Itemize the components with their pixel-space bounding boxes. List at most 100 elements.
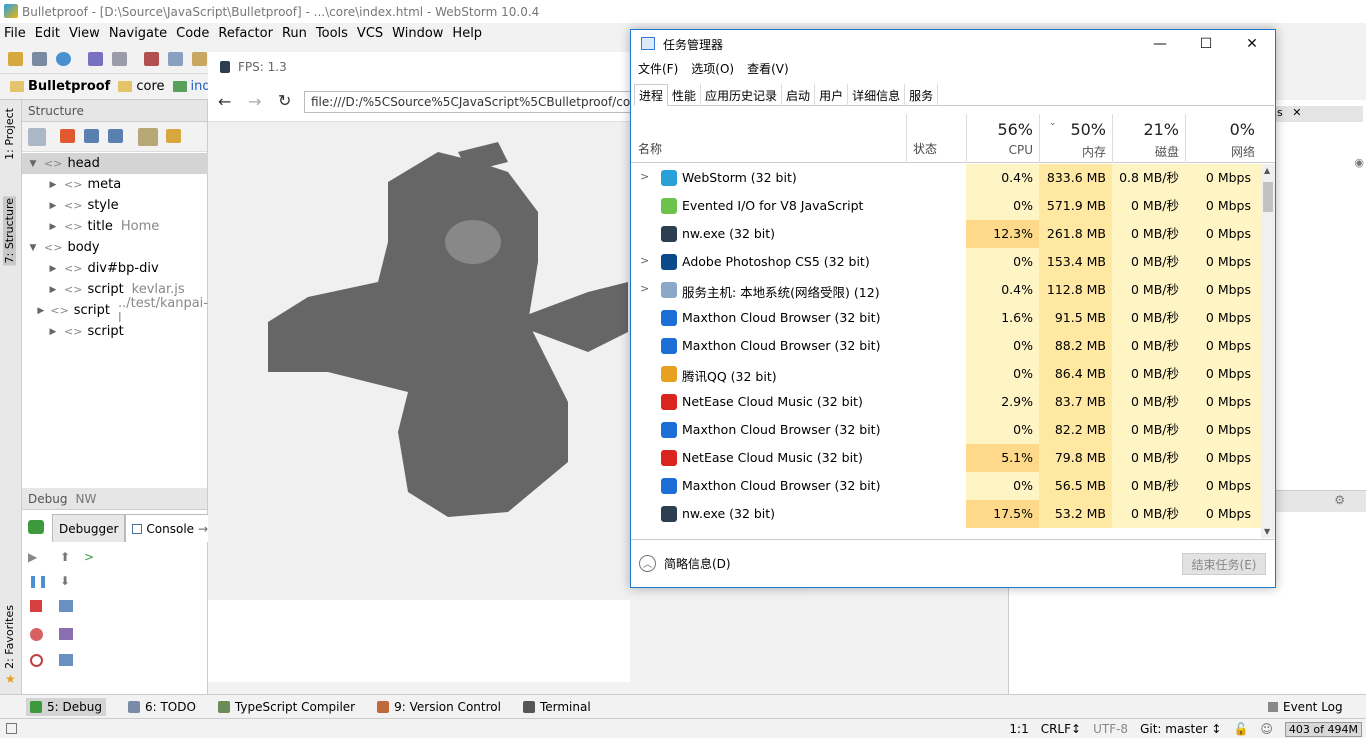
close-icon[interactable]: ✕	[1292, 106, 1301, 119]
mute-breakpoints-icon[interactable]	[30, 654, 43, 667]
tm-tab[interactable]: 服务	[905, 84, 939, 106]
caret-position[interactable]: 1:1	[1009, 722, 1028, 736]
undo-icon[interactable]	[88, 52, 103, 66]
expand-arrow-right-icon[interactable]: ▶	[48, 264, 58, 274]
column-resource[interactable]: 21% 磁盘	[1112, 114, 1185, 163]
forward-icon[interactable]: →	[248, 92, 261, 111]
tree-node[interactable]: ▼ <> head	[22, 153, 208, 174]
breadcrumb-core[interactable]: core	[118, 79, 165, 94]
back-icon[interactable]: ←	[218, 92, 231, 111]
process-row[interactable]: NetEase Cloud Music (32 bit) 2.9% 83.7 MB 0…	[631, 388, 1261, 416]
tm-menu-item[interactable]: 查看(V)	[747, 60, 789, 77]
tree-node[interactable]: ▶ <> script	[22, 321, 208, 342]
maximize-button[interactable]: ☐	[1183, 30, 1229, 58]
menu-item-help[interactable]: Help	[452, 26, 482, 41]
breadcrumb-project[interactable]: Bulletproof	[10, 79, 110, 94]
tm-tab[interactable]: 应用历史记录	[701, 84, 783, 106]
menu-item-code[interactable]: Code	[176, 26, 209, 41]
menu-item-refactor[interactable]: Refactor	[218, 26, 273, 41]
pause-icon[interactable]: ❚❚	[28, 574, 48, 588]
autoscroll-to-source-icon[interactable]	[138, 128, 158, 146]
file-encoding[interactable]: UTF-8	[1093, 722, 1128, 736]
menu-item-tools[interactable]: Tools	[316, 26, 348, 41]
git-branch[interactable]: Git: master ↕	[1140, 722, 1221, 736]
tree-node[interactable]: ▶ <> div#bp-div	[22, 258, 208, 279]
process-row[interactable]: Evented I/O for V8 JavaScript 0% 571.9 MB 0…	[631, 192, 1261, 220]
menu-item-run[interactable]: Run	[282, 26, 307, 41]
copy-icon[interactable]	[168, 52, 183, 66]
expand-arrow-down-icon[interactable]: ▼	[28, 243, 38, 253]
expand-arrow-right-icon[interactable]: ▶	[48, 222, 58, 232]
column-resource[interactable]: 0% 网络	[1185, 114, 1261, 163]
process-row[interactable]: NetEase Cloud Music (32 bit) 5.1% 79.8 MB 0…	[631, 444, 1261, 472]
scroll-up-icon[interactable]: ▲	[1264, 166, 1270, 175]
address-bar[interactable]: file:///D:/%5CSource%5CJavaScript%5CBull…	[304, 91, 634, 113]
autoscroll-from-source-icon[interactable]	[166, 129, 181, 143]
tree-node[interactable]: ▶ <> meta	[22, 174, 208, 195]
editor-tab[interactable]: s ✕	[1273, 106, 1363, 122]
process-row[interactable]: nw.exe (32 bit) 12.3% 261.8 MB 0 MB/秒 0 Mbps	[631, 220, 1261, 248]
process-row[interactable]: > 服务主机: 本地系统(网络受限) (12) 0.4% 112.8 MB 0 MB/秒…	[631, 276, 1261, 304]
end-task-button[interactable]: 结束任务(E)	[1182, 553, 1266, 575]
close-button[interactable]: ✕	[1229, 30, 1275, 58]
print-icon[interactable]	[59, 654, 73, 666]
settings-icon[interactable]	[59, 600, 73, 612]
tab-console[interactable]: Console →	[125, 514, 216, 542]
column-resource[interactable]: 56% CPU	[966, 114, 1039, 163]
column-status[interactable]: 状态	[913, 140, 937, 157]
expand-arrow-right-icon[interactable]: ▶	[48, 180, 58, 190]
eye-icon[interactable]: ◉	[1354, 156, 1364, 169]
menu-item-file[interactable]: File	[4, 26, 26, 41]
tab-project[interactable]: 1: Project	[3, 108, 16, 160]
expand-arrow-down-icon[interactable]: ▼	[28, 159, 38, 169]
fewer-details-button[interactable]: ︿ 简略信息(D)	[639, 555, 731, 572]
sync-icon[interactable]	[56, 52, 71, 66]
process-row[interactable]: nw.exe (32 bit) 17.5% 53.2 MB 0 MB/秒 0 Mbps	[631, 500, 1261, 528]
tab-favorites[interactable]: 2: Favorites	[3, 605, 16, 669]
open-folder-icon[interactable]	[8, 52, 23, 66]
process-scrollbar[interactable]: ▲ ▼	[1261, 164, 1275, 538]
paste-icon[interactable]	[192, 52, 207, 66]
export-icon[interactable]	[59, 628, 73, 640]
redo-icon[interactable]	[112, 52, 127, 66]
expand-arrow-right-icon[interactable]: ▶	[48, 285, 58, 295]
scroll-down-icon[interactable]: ▼	[1264, 527, 1270, 536]
browser-tab[interactable]: FPS: 1.3	[208, 52, 630, 82]
resume-icon[interactable]: ▶	[28, 550, 37, 564]
process-row[interactable]: Maxthon Cloud Browser (32 bit) 0% 88.2 MB 0…	[631, 332, 1261, 360]
process-row[interactable]: Maxthon Cloud Browser (32 bit) 0% 56.5 MB 0…	[631, 472, 1261, 500]
minimize-button[interactable]: —	[1137, 30, 1183, 58]
rerun-icon[interactable]	[28, 520, 44, 534]
process-row[interactable]: > WebStorm (32 bit) 0.4% 833.6 MB 0.8 MB/秒 0 …	[631, 164, 1261, 192]
tool-window-button[interactable]: TypeScript Compiler	[217, 700, 355, 714]
tab-debugger[interactable]: Debugger	[52, 514, 126, 542]
menu-item-vcs[interactable]: VCS	[357, 26, 383, 41]
chevron-right-icon[interactable]: >	[640, 254, 649, 267]
reload-icon[interactable]: ↻	[278, 91, 291, 110]
tool-window-button[interactable]: Terminal	[522, 700, 591, 714]
step-up-icon[interactable]: ⬆	[60, 550, 70, 564]
tm-tab[interactable]: 用户	[815, 84, 849, 106]
stop-icon[interactable]	[30, 600, 42, 612]
process-row[interactable]: Maxthon Cloud Browser (32 bit) 0% 82.2 MB 0…	[631, 416, 1261, 444]
chevron-right-icon[interactable]: >	[640, 170, 649, 183]
menu-item-navigate[interactable]: Navigate	[109, 26, 167, 41]
menu-item-window[interactable]: Window	[392, 26, 443, 41]
menu-item-edit[interactable]: Edit	[35, 26, 60, 41]
tm-tab[interactable]: 启动	[782, 84, 816, 106]
tree-node[interactable]: ▶ <> style	[22, 195, 208, 216]
process-row[interactable]: 腾讯QQ (32 bit) 0% 86.4 MB 0 MB/秒 0 Mbps	[631, 360, 1261, 388]
process-row[interactable]: > Adobe Photoshop CS5 (32 bit) 0% 153.4 MB 0…	[631, 248, 1261, 276]
tm-menu-item[interactable]: 选项(O)	[691, 60, 734, 77]
breakpoints-icon[interactable]	[30, 628, 43, 641]
tree-node[interactable]: ▶ <> script ../test/kanpai-l	[22, 296, 208, 326]
collapse-all-icon[interactable]	[108, 129, 123, 143]
event-log-button[interactable]: Event Log	[1268, 700, 1343, 714]
step-down-icon[interactable]: ⬇	[60, 574, 70, 588]
tree-node[interactable]: ▶ <> title Home	[22, 216, 208, 237]
tool-window-button[interactable]: 5: Debug	[26, 697, 106, 716]
tool-window-button[interactable]: 9: Version Control	[377, 700, 501, 714]
save-icon[interactable]	[32, 52, 47, 66]
expand-all-icon[interactable]	[84, 129, 99, 143]
tool-window-button[interactable]: 6: TODO	[127, 700, 196, 714]
